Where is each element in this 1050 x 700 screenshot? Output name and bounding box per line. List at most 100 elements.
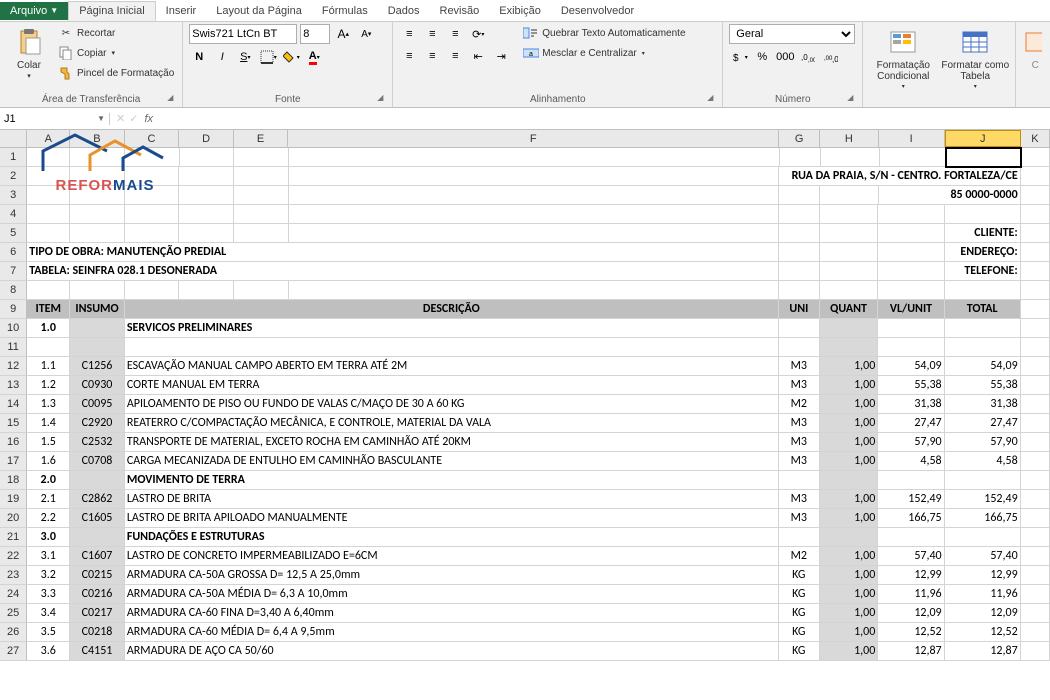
cell[interactable] — [820, 262, 879, 281]
cell[interactable]: KG — [779, 623, 820, 642]
cell[interactable] — [27, 281, 70, 300]
align-top-button[interactable]: ≡ — [399, 24, 419, 44]
cell[interactable] — [1021, 376, 1050, 395]
cell[interactable] — [70, 471, 125, 490]
cell[interactable]: VL/UNIT — [878, 300, 944, 319]
grow-font-button[interactable]: A▴ — [333, 24, 353, 44]
cell[interactable] — [1021, 490, 1050, 509]
cell[interactable] — [70, 319, 125, 338]
row-header[interactable]: 14 — [0, 395, 27, 414]
cell[interactable]: 1,00 — [820, 547, 879, 566]
cell[interactable]: 3.5 — [27, 623, 70, 642]
cell[interactable]: TIPO DE OBRA: MANUTENÇÃO PREDIAL — [27, 243, 778, 262]
cell[interactable] — [820, 243, 879, 262]
cell[interactable]: ARMADURA CA-50A MÉDIA D= 6,3 A 10,0mm — [125, 585, 779, 604]
underline-button[interactable]: S▾ — [235, 47, 255, 67]
cell[interactable]: TABELA: SEINFRA 028.1 DESONERADA — [27, 262, 778, 281]
col-header[interactable]: F — [288, 130, 779, 147]
wrap-text-button[interactable]: Quebrar Texto Automaticamente — [521, 24, 687, 42]
font-name-input[interactable] — [189, 24, 297, 44]
cell[interactable]: LASTRO DE BRITA — [125, 490, 779, 509]
cell[interactable] — [1021, 528, 1050, 547]
cell[interactable]: CARGA MECANIZADA DE ENTULHO EM CAMINHÃO … — [125, 452, 779, 471]
cell[interactable] — [779, 528, 820, 547]
cell[interactable] — [779, 224, 820, 243]
col-header[interactable]: G — [779, 130, 820, 147]
cell[interactable] — [179, 205, 234, 224]
tab-home[interactable]: Página Inicial — [68, 1, 155, 21]
cell[interactable]: 3.4 — [27, 604, 70, 623]
row-header[interactable]: 15 — [0, 414, 27, 433]
cell[interactable]: REATERRO C/COMPACTAÇÃO MECÂNICA, E CONTR… — [125, 414, 779, 433]
row-header[interactable]: 27 — [0, 642, 27, 661]
cell[interactable] — [820, 186, 879, 205]
cell[interactable] — [779, 262, 820, 281]
cell[interactable]: 1,00 — [820, 376, 879, 395]
col-header[interactable]: K — [1021, 130, 1050, 147]
cell[interactable]: ARMADURA CA-60 FINA D=3,40 A 6,40mm — [125, 604, 779, 623]
formula-input[interactable] — [159, 108, 1050, 129]
cell[interactable] — [234, 167, 289, 186]
cell[interactable]: 1,00 — [820, 585, 879, 604]
cell[interactable]: 2.2 — [27, 509, 70, 528]
thousands-button[interactable]: 000 — [775, 47, 795, 67]
cell[interactable] — [234, 224, 289, 243]
align-center-button[interactable]: ≡ — [422, 46, 442, 66]
cell[interactable]: ESCAVAÇÃO MANUAL CAMPO ABERTO EM TERRA A… — [125, 357, 779, 376]
cell[interactable]: FUNDAÇÕES E ESTRUTURAS — [125, 528, 779, 547]
shrink-font-button[interactable]: A▾ — [356, 24, 376, 44]
cell[interactable]: 55,38 — [945, 376, 1021, 395]
cell[interactable]: 1.3 — [27, 395, 70, 414]
tab-insert[interactable]: Inserir — [156, 2, 207, 20]
cell[interactable]: 152,49 — [945, 490, 1021, 509]
cell[interactable] — [779, 186, 820, 205]
cell[interactable] — [779, 338, 820, 357]
cell[interactable]: 31,38 — [945, 395, 1021, 414]
cell[interactable] — [70, 224, 125, 243]
row-header[interactable]: 23 — [0, 566, 27, 585]
cell[interactable] — [779, 319, 820, 338]
cell[interactable]: 54,09 — [945, 357, 1021, 376]
conditional-format-button[interactable]: Formatação Condicional▾ — [869, 24, 937, 91]
row-header[interactable]: 4 — [0, 205, 27, 224]
align-bottom-button[interactable]: ≡ — [445, 24, 465, 44]
cell[interactable]: KG — [779, 604, 820, 623]
file-tab[interactable]: Arquivo▼ — [0, 2, 68, 20]
cell[interactable]: M2 — [779, 547, 820, 566]
cell[interactable]: 27,47 — [945, 414, 1021, 433]
align-middle-button[interactable]: ≡ — [422, 24, 442, 44]
cell[interactable]: 11,96 — [945, 585, 1021, 604]
launcher-icon[interactable]: ◢ — [844, 93, 856, 105]
cell[interactable]: 166,75 — [945, 509, 1021, 528]
col-header[interactable]: H — [820, 130, 878, 147]
tab-formulas[interactable]: Fórmulas — [312, 2, 378, 20]
currency-button[interactable]: $▾ — [729, 47, 749, 67]
cell[interactable]: 1,00 — [820, 566, 879, 585]
cell[interactable]: M3 — [779, 433, 820, 452]
cell[interactable]: RUA DA PRAIA, S/N - CENTRO. FORTALEZA/CE — [779, 167, 1020, 186]
row-header[interactable]: 2 — [0, 167, 27, 186]
row-header[interactable]: 25 — [0, 604, 27, 623]
cell[interactable]: 3.0 — [27, 528, 70, 547]
row-header[interactable]: 12 — [0, 357, 27, 376]
cell[interactable]: 1.4 — [27, 414, 70, 433]
cell[interactable]: 4,58 — [945, 452, 1021, 471]
cell[interactable]: ARMADURA DE AÇO CA 50/60 — [125, 642, 779, 661]
cell[interactable] — [289, 186, 779, 205]
cell[interactable]: 12,09 — [878, 604, 944, 623]
cell[interactable]: 1,00 — [820, 452, 879, 471]
cell[interactable] — [27, 224, 70, 243]
cell[interactable]: 1,00 — [820, 414, 879, 433]
cell[interactable]: UNI — [779, 300, 820, 319]
cell[interactable] — [1021, 414, 1050, 433]
row-header[interactable]: 24 — [0, 585, 27, 604]
cell[interactable]: 3.1 — [27, 547, 70, 566]
launcher-icon[interactable]: ◢ — [374, 93, 386, 105]
cell[interactable] — [780, 148, 821, 167]
format-painter-button[interactable]: Pincel de Formatação — [56, 64, 176, 82]
cell-selected[interactable] — [945, 147, 1021, 168]
cell[interactable] — [1021, 547, 1050, 566]
col-header[interactable]: E — [234, 130, 289, 147]
cell[interactable]: 1.5 — [27, 433, 70, 452]
row-header[interactable]: 1 — [0, 148, 27, 167]
